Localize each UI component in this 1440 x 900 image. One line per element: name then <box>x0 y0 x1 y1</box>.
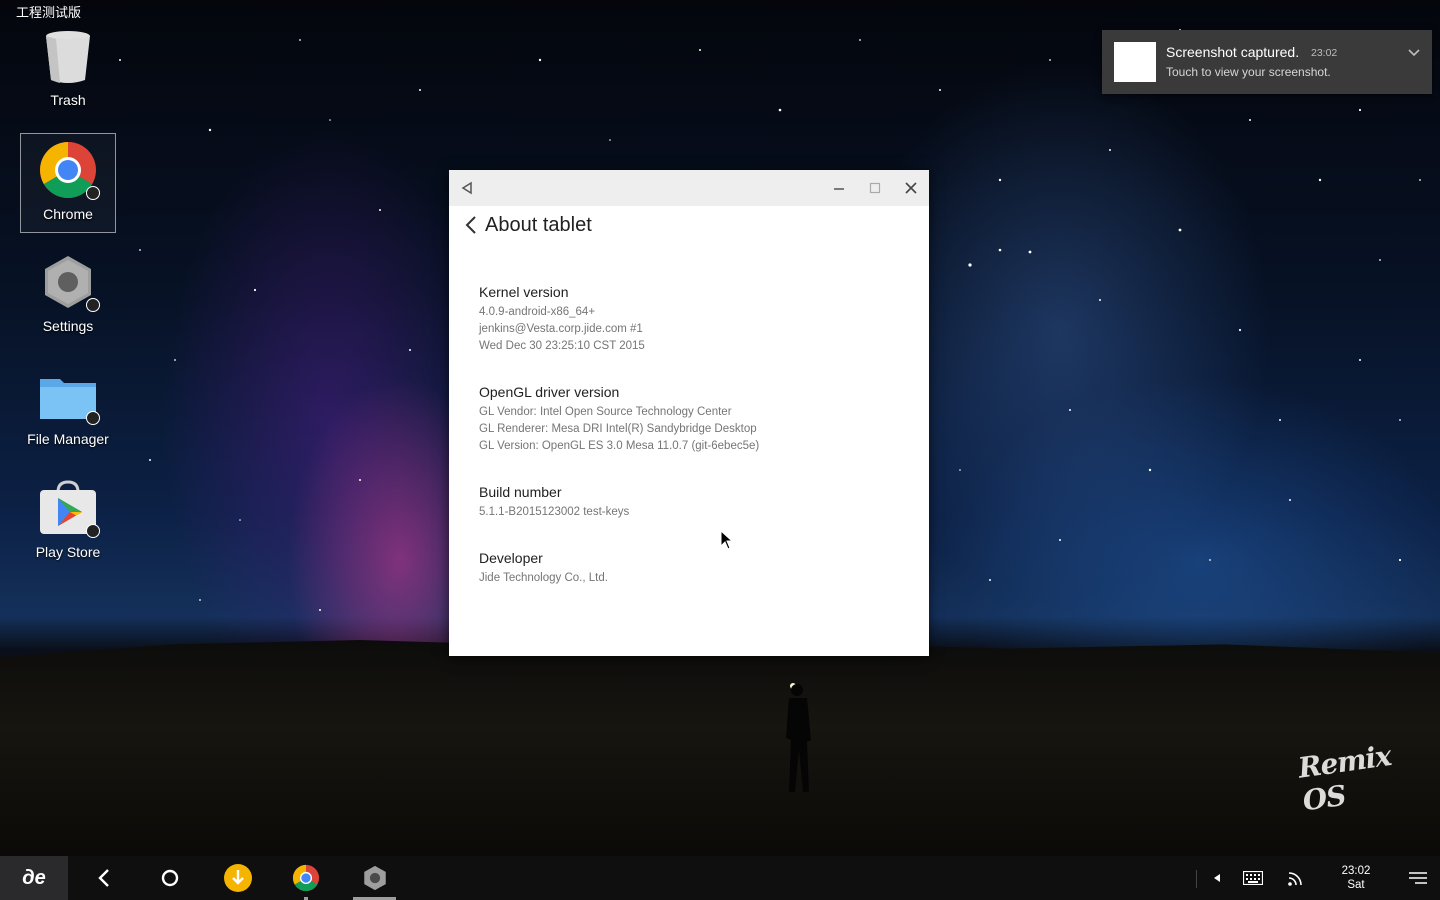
ground <box>0 640 1440 856</box>
header-back-button[interactable] <box>461 206 481 244</box>
trash-icon <box>38 26 98 86</box>
pref-summary-line: jenkins@Vesta.corp.jide.com #1 <box>479 323 643 335</box>
minimize-icon <box>834 188 844 190</box>
desktop-icon-trash[interactable]: Trash <box>20 20 116 120</box>
desktop-icon-label: Chrome <box>43 206 93 222</box>
minimize-button[interactable] <box>821 170 857 206</box>
download-icon <box>224 864 252 892</box>
tray-expand-button[interactable] <box>1206 856 1228 900</box>
desktop-icon-label: File Manager <box>27 431 109 447</box>
shortcut-badge-icon <box>86 524 100 538</box>
window-titlebar[interactable] <box>449 170 929 206</box>
app-header: About tablet <box>449 206 929 244</box>
pref-kernel-version[interactable]: Kernel version 4.0.9-android-x86_64+ jen… <box>449 284 929 355</box>
keyboard-button[interactable] <box>1236 856 1270 900</box>
shortcut-badge-icon <box>86 411 100 425</box>
notification-title: Screenshot captured. <box>1166 44 1300 60</box>
pref-summary: Jide Technology Co., Ltd. <box>479 570 929 587</box>
chrome-icon <box>292 864 320 892</box>
pref-summary: GL Vendor: Intel Open Source Technology … <box>479 404 929 455</box>
tray-divider <box>1196 870 1197 888</box>
notification-time: 23:02 <box>1311 47 1338 59</box>
nav-home-button[interactable] <box>148 856 192 900</box>
pref-summary-line: GL Vendor: Intel Open Source Technology … <box>479 406 732 418</box>
about-tablet-window: About tablet Kernel version 4.0.9-androi… <box>449 170 929 656</box>
taskbar-app-chrome[interactable] <box>284 856 328 900</box>
clock-time: 23:02 <box>1341 865 1371 877</box>
network-button[interactable] <box>1280 856 1312 900</box>
notification-expand-button[interactable] <box>1404 42 1424 62</box>
network-signal-icon <box>1288 872 1302 886</box>
desktop-icon-label: Play Store <box>35 544 101 560</box>
pref-developer[interactable]: Developer Jide Technology Co., Ltd. <box>449 550 929 587</box>
start-logo-icon: де <box>22 866 46 889</box>
desktop-icon-label: Trash <box>50 92 86 108</box>
pref-summary-line: Wed Dec 30 23:25:10 CST 2015 <box>479 340 645 352</box>
pref-summary-line: GL Version: OpenGL ES 3.0 Mesa 11.0.7 (g… <box>479 440 760 452</box>
close-icon <box>905 182 917 194</box>
notification-center-button[interactable] <box>1400 856 1436 900</box>
screenshot-thumbnail <box>1114 42 1156 82</box>
pref-title: Developer <box>479 550 543 566</box>
chrome-icon <box>38 140 100 200</box>
shortcut-badge-icon <box>86 298 100 312</box>
notification-body: Touch to view your screenshot. <box>1166 65 1331 79</box>
mouse-cursor-icon <box>720 530 734 550</box>
pref-summary: 5.1.1-B2015123002 test-keys <box>479 504 929 521</box>
back-arrow-icon <box>98 869 109 887</box>
settings-icon <box>363 865 386 891</box>
build-tag: 工程测试版 <box>16 5 82 20</box>
pref-summary-line: Jide Technology Co., Ltd. <box>479 572 608 584</box>
home-circle-icon <box>161 869 179 887</box>
screenshot-notification[interactable]: Screenshot captured. 23:02 Touch to view… <box>1102 30 1432 94</box>
pref-title: OpenGL driver version <box>479 384 620 400</box>
taskbar-clock[interactable]: 23:02 Sat <box>1330 864 1382 892</box>
pref-summary-line: 5.1.1-B2015123002 test-keys <box>479 506 630 518</box>
taskbar: де 23:02 Sat <box>0 856 1440 900</box>
desktop-icon-label: Settings <box>42 318 94 334</box>
pref-opengl-version[interactable]: OpenGL driver version GL Vendor: Intel O… <box>449 384 929 455</box>
maximize-icon <box>869 182 881 194</box>
start-button[interactable]: де <box>0 856 68 900</box>
notification-center-icon <box>1409 872 1427 884</box>
desktop-icon-file-manager[interactable]: File Manager <box>20 359 116 459</box>
pref-summary: 4.0.9-android-x86_64+ jenkins@Vesta.corp… <box>479 304 929 355</box>
folder-icon <box>38 365 100 425</box>
maximize-button[interactable] <box>857 170 893 206</box>
pref-title: Kernel version <box>479 284 569 300</box>
pref-build-number[interactable]: Build number 5.1.1-B2015123002 test-keys <box>449 484 929 521</box>
pref-summary-line: GL Renderer: Mesa DRI Intel(R) Sandybrid… <box>479 423 757 435</box>
chevron-down-icon <box>1408 49 1420 57</box>
settings-icon <box>38 252 100 312</box>
desktop-icon-chrome[interactable]: Chrome <box>20 133 116 233</box>
taskbar-app-settings[interactable] <box>353 856 396 900</box>
desktop-icon-settings[interactable]: Settings <box>20 246 116 346</box>
page-title: About tablet <box>485 213 592 236</box>
clock-day: Sat <box>1347 879 1365 891</box>
shortcut-badge-icon <box>86 186 100 200</box>
pref-summary-line: 4.0.9-android-x86_64+ <box>479 306 596 318</box>
chevron-left-icon <box>465 216 476 234</box>
taskbar-app-download[interactable] <box>216 856 260 900</box>
caret-left-icon <box>1214 874 1220 882</box>
person-silhouette <box>786 683 811 792</box>
keyboard-icon <box>1243 871 1263 885</box>
pref-title: Build number <box>479 484 562 500</box>
window-back-icon[interactable] <box>449 170 485 206</box>
close-button[interactable] <box>893 170 929 206</box>
nav-back-button[interactable] <box>82 856 126 900</box>
play-store-icon <box>38 478 100 538</box>
desktop-icon-play-store[interactable]: Play Store <box>20 472 116 572</box>
